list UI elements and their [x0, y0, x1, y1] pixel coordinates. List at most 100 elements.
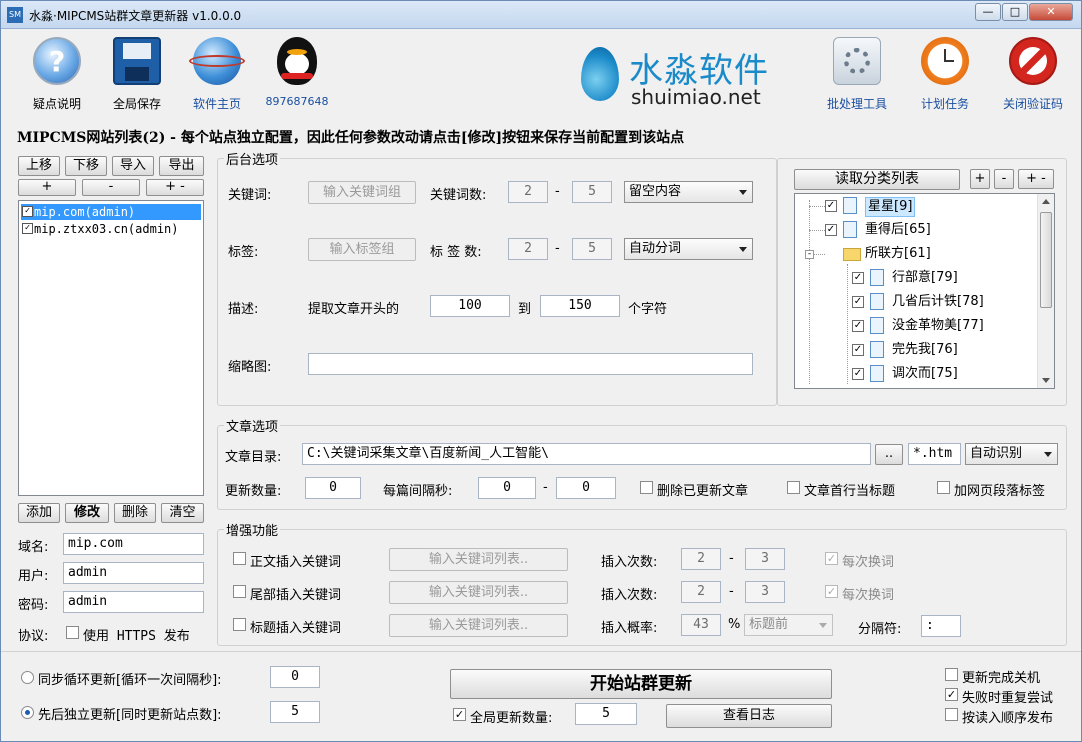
view-log-button[interactable]: 查看日志 — [666, 704, 832, 728]
delete-updated-label: 删除已更新文章 — [657, 484, 749, 499]
water-drop-icon — [581, 47, 619, 101]
tag-min-input[interactable]: 2 — [508, 238, 548, 260]
insert-probability-input[interactable]: 43 — [681, 614, 721, 636]
tree-node-checkbox[interactable]: ✓ — [852, 320, 864, 332]
tree-scrollbar[interactable] — [1037, 194, 1054, 388]
tree-node-checkbox[interactable]: ✓ — [852, 272, 864, 284]
tail-insert-min-input[interactable]: 2 — [681, 581, 721, 603]
move-down-button[interactable]: 下移 — [65, 156, 107, 176]
tree-node-checkbox[interactable]: ✓ — [852, 368, 864, 380]
import-button[interactable]: 导入 — [112, 156, 154, 176]
minimize-button[interactable]: — — [975, 3, 1001, 21]
sequential-radio[interactable] — [21, 706, 34, 719]
export-button[interactable]: 导出 — [159, 156, 204, 176]
tail-insert-max-input[interactable]: 3 — [745, 581, 785, 603]
tail-each-change-checkbox[interactable]: ✓ — [825, 585, 838, 598]
site-list-item[interactable]: ✓ mip.com(admin) — [21, 204, 201, 220]
tag-group-button[interactable]: 输入标签组 — [308, 238, 416, 261]
interval-min-input[interactable]: 0 — [478, 477, 536, 499]
thumbnail-input[interactable] — [308, 353, 753, 375]
browse-dir-button[interactable]: .. — [875, 444, 903, 465]
user-input[interactable]: admin — [63, 562, 204, 584]
shutdown-checkbox[interactable] — [945, 668, 958, 681]
encoding-select[interactable]: 自动识别 — [965, 443, 1058, 465]
tail-keyword-checkbox[interactable] — [233, 585, 246, 598]
category-tree[interactable]: - ✓ 星星[9] ✓ 重得后[65] 所联方[61] ✓ 行部意[79] ✓ … — [794, 193, 1055, 389]
scroll-down-icon[interactable] — [1042, 378, 1050, 383]
tree-collapse-toggle[interactable]: - — [805, 250, 814, 259]
site-list[interactable]: ✓ mip.com(admin) ✓ mip.ztxx03.cn(admin) — [18, 200, 204, 496]
body-keyword-list-button[interactable]: 输入关键词列表.. — [389, 548, 568, 571]
update-count-input[interactable]: 0 — [305, 477, 361, 499]
delete-updated-checkbox[interactable] — [640, 481, 653, 494]
tree-node-checkbox[interactable]: ✓ — [852, 344, 864, 356]
modify-site-button[interactable]: 修改 — [65, 503, 109, 523]
body-insert-min-input[interactable]: 2 — [681, 548, 721, 570]
homepage-button[interactable]: 软件主页 — [177, 37, 257, 112]
gear-icon — [833, 37, 881, 85]
tree-node-checkbox[interactable]: ✓ — [825, 200, 837, 212]
move-up-button[interactable]: 上移 — [18, 156, 60, 176]
tree-node-checkbox[interactable]: ✓ — [852, 296, 864, 308]
help-button[interactable]: ? 疑点说明 — [17, 37, 97, 112]
site-checkbox[interactable]: ✓ — [22, 223, 33, 234]
article-dir-input[interactable]: C:\关键词采集文章\百度新闻_人工智能\ — [302, 443, 871, 465]
expand-all-button[interactable]: + — [18, 179, 76, 196]
read-category-button[interactable]: 读取分类列表 — [794, 169, 960, 190]
retry-checkbox[interactable]: ✓ — [945, 688, 958, 701]
global-count-checkbox[interactable]: ✓ — [453, 708, 466, 721]
sync-loop-radio[interactable] — [21, 671, 34, 684]
floppy-disk-icon — [113, 37, 161, 85]
global-count-input[interactable]: 5 — [575, 703, 637, 725]
https-checkbox[interactable] — [66, 626, 79, 639]
title-keyword-checkbox[interactable] — [233, 618, 246, 631]
read-order-checkbox[interactable] — [945, 708, 958, 721]
tail-keyword-list-button[interactable]: 输入关键词列表.. — [389, 581, 568, 604]
password-input[interactable]: admin — [63, 591, 204, 613]
site-checkbox[interactable]: ✓ — [22, 206, 33, 217]
tag-mode-select[interactable]: 自动分词 — [624, 238, 753, 260]
schedule-button[interactable]: 计划任务 — [905, 37, 985, 112]
expand-tree-button[interactable]: + — [970, 169, 990, 189]
title-position-select[interactable]: 标题前 — [744, 614, 833, 636]
body-keyword-checkbox[interactable] — [233, 552, 246, 565]
globe-icon — [189, 37, 245, 85]
sync-loop-label: 同步循环更新[循环一次间隔秒]: — [38, 673, 222, 688]
interval-max-input[interactable]: 0 — [556, 477, 616, 499]
description-from-input[interactable]: 100 — [430, 295, 510, 317]
start-update-button[interactable]: 开始站群更新 — [450, 669, 832, 699]
close-button[interactable]: ✕ — [1029, 3, 1073, 21]
body-insert-max-input[interactable]: 3 — [745, 548, 785, 570]
domain-input[interactable]: mip.com — [63, 533, 204, 555]
concurrent-sites-input[interactable]: 5 — [270, 701, 320, 723]
tag-max-input[interactable]: 5 — [572, 238, 612, 260]
clear-sites-button[interactable]: 清空 — [161, 503, 204, 523]
keyword-mode-select[interactable]: 留空内容 — [624, 181, 753, 203]
scroll-up-icon[interactable] — [1042, 199, 1050, 204]
close-captcha-button[interactable]: 关闭验证码 — [993, 37, 1073, 112]
keyword-min-input[interactable]: 2 — [508, 181, 548, 203]
delete-site-button[interactable]: 删除 — [114, 503, 156, 523]
collapse-tree-button[interactable]: - — [994, 169, 1014, 189]
file-extension-input[interactable]: *.htm — [908, 443, 961, 465]
add-site-button[interactable]: 添加 — [18, 503, 60, 523]
toggle-all-button[interactable]: + - — [146, 179, 204, 196]
tree-node-checkbox[interactable]: ✓ — [825, 224, 837, 236]
batch-tool-button[interactable]: 批处理工具 — [817, 37, 897, 112]
maximize-button[interactable]: □ — [1002, 3, 1028, 21]
title-keyword-list-button[interactable]: 输入关键词列表.. — [389, 614, 568, 637]
separator-input[interactable]: : — [921, 615, 961, 637]
body-each-change-checkbox[interactable]: ✓ — [825, 552, 838, 565]
sync-interval-input[interactable]: 0 — [270, 666, 320, 688]
check-all-tree-button[interactable]: + - — [1018, 169, 1054, 189]
paragraph-tag-checkbox[interactable] — [937, 481, 950, 494]
collapse-all-button[interactable]: - — [82, 179, 140, 196]
site-list-item[interactable]: ✓ mip.ztxx03.cn(admin) — [21, 221, 201, 237]
description-to-input[interactable]: 150 — [540, 295, 620, 317]
keyword-max-input[interactable]: 5 — [572, 181, 612, 203]
keyword-group-button[interactable]: 输入关键词组 — [308, 181, 416, 204]
global-save-button[interactable]: 全局保存 — [97, 37, 177, 112]
qq-button[interactable]: 897687648 — [257, 37, 337, 108]
scrollbar-thumb[interactable] — [1040, 212, 1052, 308]
first-line-title-checkbox[interactable] — [787, 481, 800, 494]
